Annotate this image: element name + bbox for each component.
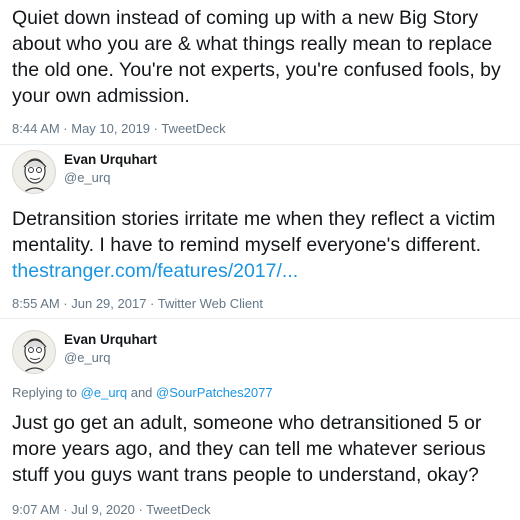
tweet-meta[interactable]: 8:44 AM · May 10, 2019 · TweetDeck <box>12 121 226 136</box>
avatar-portrait-icon <box>22 338 48 373</box>
avatar-portrait-icon <box>22 158 48 193</box>
reply-joiner: and <box>127 385 157 400</box>
author-handle[interactable]: @e_urq <box>64 170 110 185</box>
tweet-text: Detransition stories irritate me when th… <box>12 206 512 284</box>
tweet-body: Detransition stories irritate me when th… <box>12 208 496 256</box>
tweet-link[interactable]: thestranger.com/features/2017/... <box>12 260 298 282</box>
author-name[interactable]: Evan Urquhart <box>64 152 157 167</box>
tweet-thread: Quiet down instead of coming up with a n… <box>0 0 520 520</box>
divider <box>0 318 520 319</box>
reply-prefix: Replying to <box>12 385 81 400</box>
author-handle[interactable]: @e_urq <box>64 350 110 365</box>
reply-user-link[interactable]: @SourPatches2077 <box>156 385 273 400</box>
tweet-text: Just go get an adult, someone who detran… <box>12 412 486 486</box>
avatar[interactable] <box>12 150 56 194</box>
author-name[interactable]: Evan Urquhart <box>64 332 157 347</box>
tweet-meta[interactable]: 8:55 AM · Jun 29, 2017 · Twitter Web Cli… <box>12 296 263 311</box>
tweet-meta[interactable]: 9:07 AM · Jul 9, 2020 · TweetDeck <box>12 502 210 517</box>
tweet-text: Quiet down instead of coming up with a n… <box>12 7 501 107</box>
replying-to: Replying to @e_urq and @SourPatches2077 <box>12 385 273 400</box>
avatar[interactable] <box>12 330 56 374</box>
reply-user-link[interactable]: @e_urq <box>81 385 127 400</box>
divider <box>0 144 520 145</box>
